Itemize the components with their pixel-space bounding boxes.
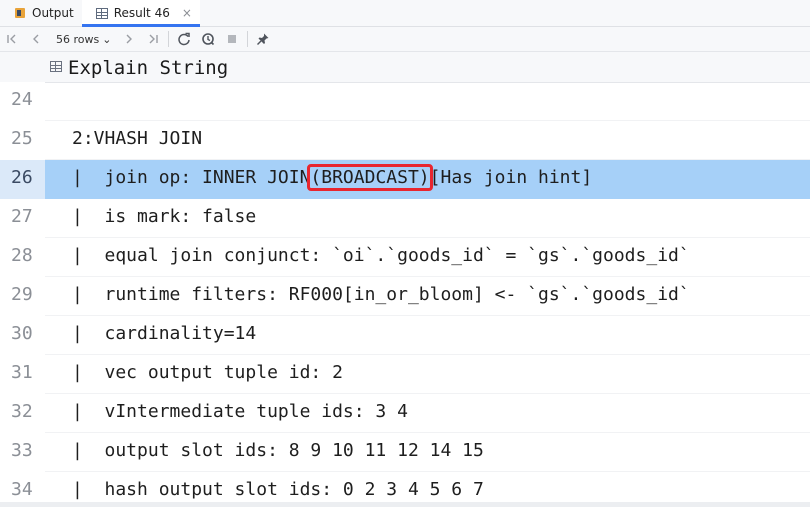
tab-result-46[interactable]: Result 46 × <box>81 0 201 27</box>
result-grid: 24 25 2:VHASH JOIN 26 | join op: INNER J… <box>0 82 810 511</box>
rows-count-dropdown[interactable]: 56 rows ⌄ <box>48 33 117 46</box>
rows-count-label: 56 rows <box>56 32 100 46</box>
first-page-button[interactable] <box>0 27 24 51</box>
chevron-left-icon <box>33 34 39 44</box>
table-row[interactable]: 29 | runtime filters: RF000[in_or_bloom]… <box>0 277 810 316</box>
row-number: 25 <box>11 128 33 149</box>
row-value[interactable]: | join op: INNER JOIN(BROADCAST)[Has joi… <box>72 164 593 191</box>
row-value[interactable]: 2:VHASH JOIN <box>72 128 202 149</box>
output-icon <box>14 7 26 19</box>
chevron-down-icon: ⌄ <box>102 32 112 46</box>
table-row[interactable]: 31 | vec output tuple id: 2 <box>0 355 810 394</box>
row-number: 28 <box>11 245 33 266</box>
toolbar-divider <box>168 31 170 47</box>
grid-icon <box>95 7 108 19</box>
column-header-label: Explain String <box>68 57 229 79</box>
table-row[interactable]: 33 | output slot ids: 8 9 10 11 12 14 15 <box>0 433 810 472</box>
table-row[interactable]: 24 <box>0 82 810 121</box>
row-value[interactable]: | vec output tuple id: 2 <box>72 362 343 383</box>
row-value-after: [Has join hint] <box>429 167 593 188</box>
close-icon[interactable]: × <box>182 6 192 20</box>
chevron-right-icon <box>126 34 133 44</box>
toolbar-divider-2 <box>247 31 249 47</box>
table-row[interactable]: 32 | vIntermediate tuple ids: 3 4 <box>0 394 810 433</box>
row-value[interactable]: | vIntermediate tuple ids: 3 4 <box>72 401 408 422</box>
row-value[interactable]: | cardinality=14 <box>72 323 256 344</box>
row-number: 26 <box>11 167 33 188</box>
last-page-icon <box>149 34 159 44</box>
tab-output[interactable]: Output <box>0 0 82 26</box>
row-value-before: | join op: INNER JOIN <box>72 167 311 188</box>
result-toolbar: 56 rows ⌄ <box>0 27 810 52</box>
row-value[interactable]: | runtime filters: RF000[in_or_bloom] <-… <box>72 284 690 305</box>
refresh-button[interactable] <box>172 27 196 51</box>
row-value[interactable]: | equal join conjunct: `oi`.`goods_id` =… <box>72 245 690 266</box>
pin-button[interactable] <box>251 27 275 51</box>
refresh-icon <box>178 32 191 46</box>
row-value[interactable]: | is mark: false <box>72 206 256 227</box>
tab-result-label: Result 46 <box>113 6 170 20</box>
table-row[interactable]: 30 | cardinality=14 <box>0 316 810 355</box>
table-row[interactable]: 28 | equal join conjunct: `oi`.`goods_id… <box>0 238 810 277</box>
pin-icon <box>257 33 269 45</box>
table-row[interactable]: 25 2:VHASH JOIN <box>0 121 810 160</box>
broadcast-highlight: (BROADCAST) <box>307 164 433 191</box>
column-header[interactable]: Explain String <box>0 52 810 83</box>
last-page-button[interactable] <box>141 27 165 51</box>
table-row[interactable]: 27 | is mark: false <box>0 199 810 238</box>
table-column-icon <box>50 61 62 72</box>
table-row-selected[interactable]: 26 | join op: INNER JOIN(BROADCAST)[Has … <box>0 160 810 199</box>
row-number: 31 <box>11 362 33 383</box>
previous-page-button[interactable] <box>24 27 48 51</box>
clock-icon <box>202 33 215 46</box>
next-page-button[interactable] <box>117 27 141 51</box>
row-number: 30 <box>11 323 33 344</box>
first-page-icon <box>7 34 16 44</box>
history-button[interactable] <box>196 27 220 51</box>
row-number: 27 <box>11 206 33 227</box>
row-number: 24 <box>11 89 33 110</box>
row-number: 32 <box>11 401 33 422</box>
row-value[interactable]: | output slot ids: 8 9 10 11 12 14 15 <box>72 440 484 461</box>
tab-bar: Output Result 46 × <box>0 0 810 27</box>
row-number: 29 <box>11 284 33 305</box>
row-value[interactable]: | hash output slot ids: 0 2 3 4 5 6 7 <box>72 479 484 500</box>
bottom-scrollbar-strip <box>0 502 810 507</box>
row-number: 34 <box>11 479 33 500</box>
tab-output-label: Output <box>32 6 74 20</box>
stop-button[interactable] <box>220 27 244 51</box>
stop-icon <box>228 35 237 43</box>
row-number: 33 <box>11 440 33 461</box>
